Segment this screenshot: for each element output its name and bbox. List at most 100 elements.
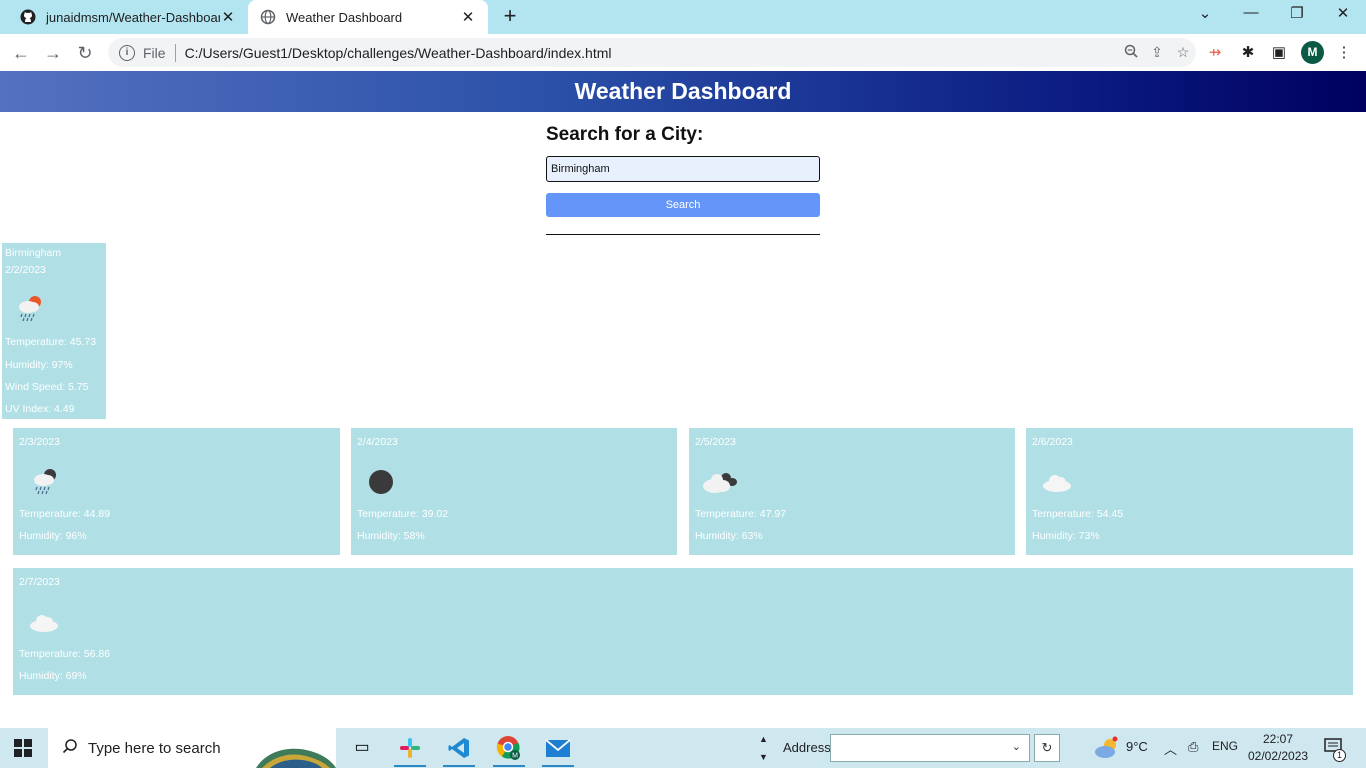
rain-sun-cloud-icon [19, 296, 41, 322]
clock-time: 22:07 [1262, 732, 1294, 746]
cloud-icon [30, 615, 58, 632]
current-wind-speed: Wind Speed: 5.75 [5, 381, 89, 393]
search-highlight-image-icon [256, 748, 336, 768]
show-hidden-icons-chevron-icon[interactable]: ︿ [1164, 739, 1177, 758]
search-button[interactable]: Search [546, 193, 820, 217]
tab-title: Weather Dashboard [286, 9, 403, 25]
language-indicator[interactable]: ENG [1212, 739, 1238, 753]
taskbar: Type here to search ▭ M ▲ ▼ Address ⌄ ↻ 9… [0, 728, 1366, 768]
address-toolbar-input[interactable]: ⌄ [830, 734, 1030, 762]
taskbar-search-box[interactable]: Type here to search [48, 728, 336, 768]
url-scheme: File [143, 44, 166, 61]
address-bar[interactable]: i File C:/Users/Guest1/Desktop/challenge… [108, 38, 1196, 67]
forward-arrow-icon[interactable]: → [41, 41, 65, 65]
forecast-humidity: Humidity: 96% [19, 530, 87, 542]
info-icon[interactable]: i [119, 44, 135, 61]
taskbar-search-placeholder: Type here to search [88, 739, 221, 757]
taskbar-clock[interactable]: 22:07 02/02/2023 [1248, 731, 1308, 765]
active-indicator [542, 765, 574, 767]
share-icon[interactable]: ⇪ [1144, 44, 1170, 61]
current-humidity: Humidity: 97% [5, 359, 73, 371]
forecast-temperature: Temperature: 56.86 [19, 648, 111, 660]
toolbar-scroll-arrows-icon[interactable]: ▲ ▼ [759, 730, 768, 766]
page-header: Weather Dashboard [0, 71, 1366, 112]
zoom-icon[interactable] [1118, 44, 1144, 61]
browser-toolbar: ← → ↻ i File C:/Users/Guest1/Desktop/cha… [0, 34, 1366, 71]
close-tab-icon[interactable]: ✕ [460, 8, 476, 26]
current-date: 2/2/2023 [5, 264, 46, 276]
tab-search-chevron-icon[interactable]: ⌄ [1190, 4, 1220, 22]
profile-avatar[interactable]: M [1301, 41, 1324, 64]
forecast-date: 2/7/2023 [19, 576, 60, 588]
close-window-button[interactable]: ✕ [1328, 4, 1358, 22]
svg-text:M: M [512, 753, 518, 760]
forecast-humidity: Humidity: 58% [357, 530, 425, 542]
browser-tab-bar: junaidmsm/Weather-Dashboard ✕ Weather Da… [0, 0, 1366, 34]
forecast-temperature: Temperature: 54.45 [1032, 508, 1124, 520]
forecast-temperature: Temperature: 47.97 [695, 508, 787, 520]
extension-icon[interactable]: ⇸ [1204, 42, 1226, 64]
city-search-input[interactable] [546, 156, 820, 182]
search-icon [62, 738, 78, 758]
divider [174, 43, 176, 62]
forecast-card: 2/4/2023 Temperature: 39.02 Humidity: 58… [351, 428, 677, 555]
weather-cloud-sun-icon [1095, 736, 1118, 758]
windows-start-icon[interactable] [14, 739, 32, 757]
forecast-humidity: Humidity: 69% [19, 670, 87, 682]
active-indicator [394, 765, 426, 767]
search-title: Search for a City: [546, 124, 704, 145]
search-divider [546, 234, 820, 235]
close-tab-icon[interactable]: ✕ [220, 8, 236, 26]
notification-badge: 1 [1333, 749, 1346, 762]
tab-weather-dashboard[interactable]: Weather Dashboard ✕ [248, 0, 488, 34]
minimize-button[interactable]: — [1236, 4, 1266, 21]
notifications-icon[interactable]: 1 [1324, 738, 1346, 762]
github-icon [20, 9, 36, 25]
forecast-humidity: Humidity: 73% [1032, 530, 1100, 542]
bookmark-star-icon[interactable]: ☆ [1170, 44, 1196, 61]
cloud-icon [1043, 475, 1071, 492]
url-text[interactable]: C:/Users/Guest1/Desktop/challenges/Weath… [185, 45, 1118, 61]
moon-icon [369, 470, 393, 494]
chrome-icon[interactable]: M [489, 732, 529, 767]
tab-title: junaidmsm/Weather-Dashboard [46, 9, 220, 25]
vscode-icon[interactable] [439, 732, 479, 767]
task-view-icon[interactable]: ▭ [342, 732, 382, 764]
side-panel-icon[interactable]: ▣ [1268, 42, 1290, 64]
current-weather-card: Birmingham 2/2/2023 Temperature: 45.73 H… [2, 243, 106, 419]
rain-night-cloud-icon [34, 469, 56, 495]
forecast-date: 2/5/2023 [695, 436, 736, 448]
address-go-button[interactable]: ↻ [1034, 734, 1060, 762]
forecast-date: 2/6/2023 [1032, 436, 1073, 448]
network-icon[interactable]: ⎙ [1188, 739, 1198, 755]
forecast-temperature: Temperature: 39.02 [357, 508, 449, 520]
reload-icon[interactable]: ↻ [73, 41, 97, 65]
slack-icon[interactable] [390, 732, 430, 767]
forecast-card: 2/3/2023 Temperature: 44.89 Humidity: 96… [13, 428, 340, 555]
clock-date: 02/02/2023 [1248, 749, 1309, 763]
weather-temperature[interactable]: 9°C [1126, 739, 1148, 754]
active-indicator [493, 765, 525, 767]
restore-button[interactable]: ❐ [1282, 4, 1312, 22]
menu-kebab-icon[interactable]: ⋮ [1333, 42, 1355, 64]
mail-icon[interactable] [538, 732, 578, 767]
forecast-humidity: Humidity: 63% [695, 530, 763, 542]
address-toolbar-label: Address [783, 740, 831, 755]
forecast-temperature: Temperature: 44.89 [19, 508, 111, 520]
chevron-down-icon[interactable]: ⌄ [1012, 740, 1021, 753]
back-arrow-icon[interactable]: ← [9, 41, 33, 65]
forecast-date: 2/4/2023 [357, 436, 398, 448]
current-uv-index: UV Index: 4.49 [5, 403, 75, 415]
globe-icon [260, 9, 276, 25]
tab-github[interactable]: junaidmsm/Weather-Dashboard ✕ [8, 0, 248, 34]
puzzle-extensions-icon[interactable]: ✱ [1237, 42, 1259, 64]
new-tab-button[interactable]: + [498, 4, 522, 28]
forecast-card: 2/5/2023 Temperature: 47.97 Humidity: 63… [689, 428, 1015, 555]
night-cloud-icon [703, 473, 737, 493]
forecast-date: 2/3/2023 [19, 436, 60, 448]
active-indicator [443, 765, 475, 767]
forecast-card: 2/6/2023 Temperature: 54.45 Humidity: 73… [1026, 428, 1353, 555]
city-name: Birmingham [5, 247, 62, 259]
current-temperature: Temperature: 45.73 [5, 336, 97, 348]
forecast-card: 2/7/2023 Temperature: 56.86 Humidity: 69… [13, 568, 1353, 695]
